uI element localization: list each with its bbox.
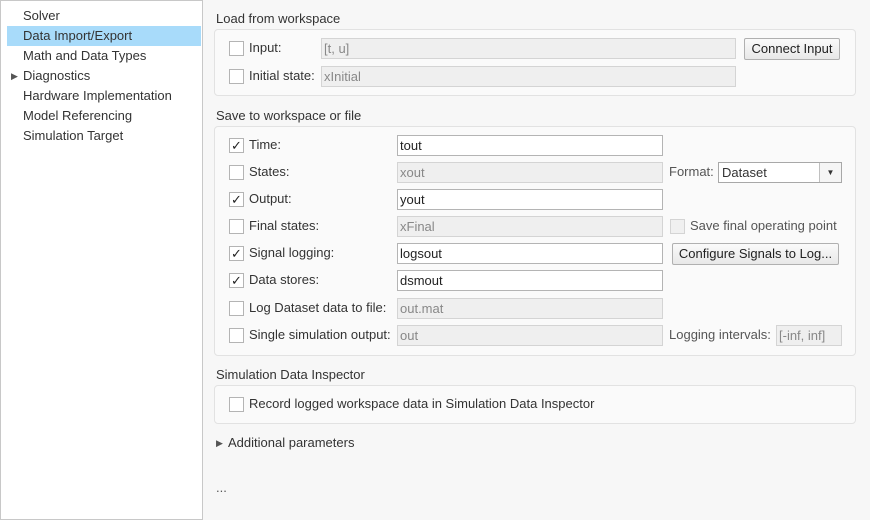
record-sdi-checkbox[interactable] <box>229 397 244 412</box>
save-panel <box>214 126 856 356</box>
signal-logging-label: Signal logging: <box>249 245 335 260</box>
single-simulation-output-field[interactable]: out <box>397 325 663 346</box>
configure-signals-button[interactable]: Configure Signals to Log... <box>672 243 839 265</box>
expand-triangle-icon[interactable]: ▶ <box>216 436 223 450</box>
initial-state-checkbox[interactable] <box>229 69 244 84</box>
data-stores-checkbox[interactable]: ✓ <box>229 273 244 288</box>
log-dataset-data-to-file-checkbox[interactable] <box>229 301 244 316</box>
chevron-down-icon[interactable]: ▼ <box>819 163 841 182</box>
sidebar-item-label: Hardware Implementation <box>23 88 172 103</box>
final-states-field[interactable]: xFinal <box>397 216 663 237</box>
load-section-title: Load from workspace <box>216 11 341 26</box>
logging-intervals-field[interactable]: [-inf, inf] <box>776 325 842 346</box>
checkmark-icon: ✓ <box>231 273 242 288</box>
sidebar-item-label: Diagnostics <box>23 68 91 83</box>
sidebar-item-label: Math and Data Types <box>23 48 147 63</box>
output-label: Output: <box>249 191 292 206</box>
initial-state-field[interactable]: xInitial <box>321 66 736 87</box>
single-simulation-output-checkbox[interactable] <box>229 328 244 343</box>
sidebar-item-label: Data Import/Export <box>23 28 133 43</box>
sidebar-item-hardware-implementation[interactable]: Hardware Implementation <box>7 86 201 106</box>
data-stores-label: Data stores: <box>249 272 320 287</box>
save-section-title: Save to workspace or file <box>216 108 362 123</box>
expand-triangle-icon[interactable]: ▶ <box>11 66 18 86</box>
sidebar-item-math-data-types[interactable]: Math and Data Types <box>7 46 201 66</box>
data-stores-field[interactable]: dsmout <box>397 270 663 291</box>
record-sdi-label: Record logged workspace data in Simulati… <box>249 396 595 411</box>
time-checkbox[interactable]: ✓ <box>229 138 244 153</box>
additional-parameters-toggle[interactable]: Additional parameters <box>228 433 354 453</box>
sdi-section-title: Simulation Data Inspector <box>216 367 365 382</box>
time-field[interactable]: tout <box>397 135 663 156</box>
signal-logging-checkbox[interactable]: ✓ <box>229 246 244 261</box>
output-field[interactable]: yout <box>397 189 663 210</box>
states-checkbox[interactable] <box>229 165 244 180</box>
log-dataset-data-to-file-label: Log Dataset data to file: <box>249 300 387 315</box>
sidebar-item-label: Model Referencing <box>23 108 133 123</box>
sidebar-item-label: Solver <box>23 8 60 23</box>
single-simulation-output-label: Single simulation output: <box>249 327 391 342</box>
connect-input-button[interactable]: Connect Input <box>744 38 840 60</box>
sidebar-item-diagnostics[interactable]: ▶ Diagnostics <box>7 66 201 86</box>
signal-logging-field[interactable]: logsout <box>397 243 663 264</box>
checkmark-icon: ✓ <box>231 192 242 207</box>
states-label: States: <box>249 164 290 179</box>
save-final-operating-point-checkbox[interactable] <box>670 219 685 234</box>
sidebar-item-simulation-target[interactable]: Simulation Target <box>7 126 201 146</box>
states-field[interactable]: xout <box>397 162 663 183</box>
output-checkbox[interactable]: ✓ <box>229 192 244 207</box>
final-states-checkbox[interactable] <box>229 219 244 234</box>
time-label: Time: <box>249 137 282 152</box>
sidebar-item-data-import-export[interactable]: Data Import/Export <box>7 26 201 46</box>
format-select[interactable]: Dataset ▼ <box>718 162 842 183</box>
checkmark-icon: ✓ <box>231 138 242 153</box>
log-dataset-data-to-file-field[interactable]: out.mat <box>397 298 663 319</box>
input-checkbox[interactable] <box>229 41 244 56</box>
final-states-label: Final states: <box>249 218 320 233</box>
logging-intervals-label: Logging intervals: <box>669 327 771 342</box>
format-value: Dataset <box>722 165 767 180</box>
sidebar-item-solver[interactable]: Solver <box>7 6 201 26</box>
save-final-operating-point-label: Save final operating point <box>690 218 837 233</box>
input-label: Input: <box>249 40 282 55</box>
input-field[interactable]: [t, u] <box>321 38 736 59</box>
ellipsis: ... <box>216 480 227 495</box>
sidebar-item-label: Simulation Target <box>23 128 124 143</box>
checkmark-icon: ✓ <box>231 246 242 261</box>
format-label: Format: <box>669 164 714 179</box>
sidebar: Solver Data Import/Export Math and Data … <box>0 0 203 520</box>
initial-state-label: Initial state: <box>249 68 315 83</box>
sidebar-item-model-referencing[interactable]: Model Referencing <box>7 106 201 126</box>
